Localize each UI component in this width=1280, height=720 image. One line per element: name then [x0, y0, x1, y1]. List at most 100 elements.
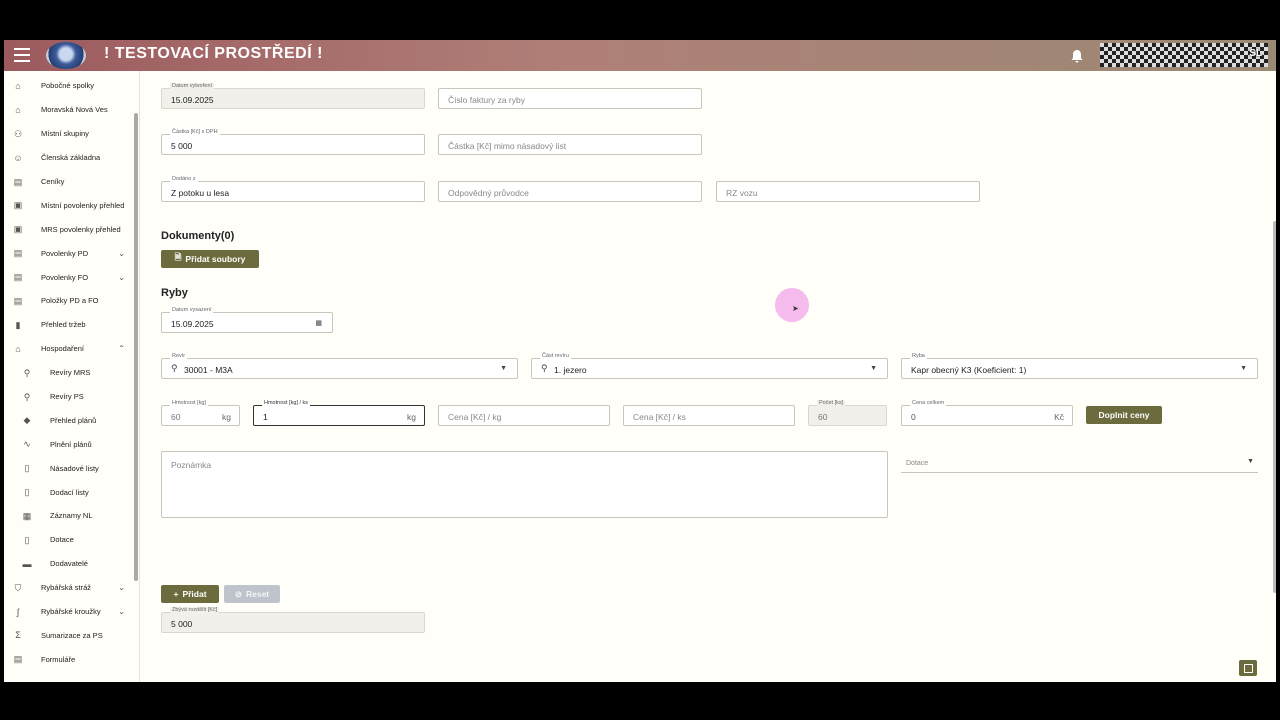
main-content: Datum vytvoření 15.09.2025 Číslo faktury… — [141, 71, 1276, 682]
sidebar-scroll-thumb[interactable] — [134, 113, 138, 581]
rz-vozu-input[interactable]: RZ vozu — [716, 181, 980, 202]
hmotnost-input[interactable]: Hmotnost [kg] 60 kg — [161, 400, 240, 426]
sidebar-item-label: Hospodaření — [41, 344, 84, 354]
ryba-select[interactable]: Ryba Kapr obecný K3 (Koeficient: 1) ▼ — [901, 353, 1258, 379]
form-icon: ▤ — [13, 654, 23, 665]
chevron-down-icon[interactable]: ⌄ — [118, 249, 125, 258]
file-icon: 🗎 — [174, 252, 182, 262]
chevron-down-icon[interactable]: ▼ — [870, 365, 877, 372]
sidebar-item-10[interactable]: ▮ Přehled tržeb — [4, 313, 139, 337]
reset-button[interactable]: ⊘ Reset — [224, 585, 280, 603]
sidebar-item-label: Povolenky FO — [41, 272, 89, 282]
price-list-icon: ▤ — [13, 176, 23, 187]
sidebar-item-label: Rybářská stráž — [41, 583, 92, 593]
sidebar-item-label: Násadové listy — [50, 463, 99, 473]
sidebar-item-9[interactable]: ▤ Položky PD a FO — [4, 289, 139, 313]
sidebar-item-7[interactable]: ▤ Povolenky PD ⌄ — [4, 241, 139, 265]
chevron-down-icon[interactable]: ▼ — [1240, 365, 1247, 372]
sidebar-item-22[interactable]: ʃ Rybářské kroužky ⌄ — [4, 600, 139, 624]
sidebar-item-label: Formuláře — [41, 654, 76, 664]
sidebar-item-label: Pobočné spolky — [41, 81, 94, 91]
sidebar-item-19[interactable]: ▯ Dotace — [4, 528, 139, 552]
sidebar-item-2[interactable]: ⚇ Místní skupiny — [4, 122, 139, 146]
poznamka-textarea[interactable]: Poznámka — [161, 451, 888, 518]
user-avatar[interactable]: SL — [1100, 43, 1268, 67]
sidebar-item-label: Dodací listy — [50, 487, 89, 497]
sidebar-item-label: Revíry MRS — [50, 368, 91, 378]
sidebar-item-24[interactable]: ▤ Formuláře — [4, 647, 139, 671]
people-icon: ☺ — [13, 152, 23, 163]
cena-kg-input[interactable]: Cena [Kč] / kg — [438, 405, 610, 426]
castka-mimo-input[interactable]: Částka [Kč] mimo násadový list — [438, 134, 702, 155]
chevron-down-icon[interactable]: ⌄ — [118, 583, 125, 592]
chevron-up-icon[interactable]: ⌃ — [118, 344, 125, 353]
sidebar-item-16[interactable]: ▯ Násadové listy — [4, 456, 139, 480]
block-icon: ⊘ — [234, 588, 242, 599]
sidebar: ⌂ Pobočné spolky ⌂ Moravská Nová Ves ⚇ Místní… — [4, 71, 140, 682]
trend-icon: ∿ — [23, 439, 31, 450]
pridat-button[interactable]: + Přidat — [161, 585, 219, 603]
sidebar-item-12[interactable]: ⚲ Revíry MRS — [4, 361, 139, 385]
sidebar-item-label: Rybářské kroužky — [41, 607, 101, 617]
main-scrollbar[interactable] — [1273, 81, 1276, 681]
sidebar-item-18[interactable]: ▦ Záznamy NL — [4, 504, 139, 528]
list-icon: ▤ — [13, 248, 23, 259]
sidebar-item-6[interactable]: ▣ MRS povolenky přehled — [4, 217, 139, 241]
cislo-faktury-input[interactable]: Číslo faktury za ryby — [438, 88, 702, 109]
sidebar-item-5[interactable]: ▣ Místní povolenky přehled — [4, 193, 139, 217]
list-icon: ▤ — [13, 272, 23, 283]
sidebar-item-3[interactable]: ☺ Členská základna — [4, 146, 139, 170]
home-icon: ⌂ — [15, 104, 21, 115]
pruvodce-input[interactable]: Odpovědný průvodce — [438, 181, 702, 202]
sidebar-item-11[interactable]: ⌂ Hospodaření ⌃ — [4, 337, 139, 361]
sidebar-item-13[interactable]: ⚲ Revíry PS — [4, 385, 139, 409]
sidebar-item-label: Záznamy NL — [50, 511, 93, 521]
sidebar-item-label: Povolenky PD — [41, 248, 89, 258]
sidebar-scrollbar[interactable] — [134, 111, 138, 676]
sidebar-item-14[interactable]: ◆ Přehled plánů — [4, 408, 139, 432]
chevron-down-icon[interactable]: ▼ — [500, 365, 507, 372]
doplnit-ceny-button[interactable]: Doplnit ceny — [1086, 406, 1162, 424]
datum-vytvoreni-field[interactable]: Datum vytvoření 15.09.2025 — [161, 83, 425, 109]
sidebar-item-20[interactable]: ▬ Dodavatelé — [4, 552, 139, 576]
chevron-down-icon[interactable]: ⌄ — [118, 607, 125, 616]
documents-title: Dokumenty(0) — [161, 230, 235, 242]
map-pin-icon: ⚲ — [23, 391, 31, 402]
dotace-select[interactable]: Dotace ▼ — [901, 452, 1258, 473]
document-icon: ▯ — [24, 487, 30, 498]
sidebar-item-label: Položky PD a FO — [41, 296, 99, 306]
castka-dph-input[interactable]: Částka [Kč] s DPH 5 000 — [161, 129, 425, 155]
cena-celkem-input[interactable]: Cena celkem 0 Kč — [901, 400, 1073, 426]
chevron-down-icon[interactable]: ▼ — [1247, 458, 1254, 465]
cast-reviru-select[interactable]: Část revíru ⚲ 1. jezero ▼ — [531, 353, 888, 379]
revir-select[interactable]: Revír ⚲ 30001 - M3A ▼ — [161, 353, 518, 379]
chevron-down-icon[interactable]: ⌄ — [118, 273, 125, 282]
dodano-z-input[interactable]: Dodáno z Z potoku u lesa — [161, 176, 425, 202]
sidebar-item-label: Plnění plánů — [50, 439, 92, 449]
cena-ks-input[interactable]: Cena [Kč] / ks — [623, 405, 795, 426]
sidebar-item-4[interactable]: ▤ Ceníky — [4, 170, 139, 194]
sidebar-item-0[interactable]: ⌂ Pobočné spolky — [4, 74, 139, 98]
sidebar-item-8[interactable]: ▤ Povolenky FO ⌄ — [4, 265, 139, 289]
truck-icon: ▬ — [22, 558, 32, 569]
copy-icon[interactable] — [1239, 660, 1257, 676]
hmotnost-ks-input[interactable]: Hmotnost [kg] / ks 1 kg — [253, 400, 425, 426]
calendar-icon[interactable]: ▦ — [315, 319, 322, 327]
bell-icon[interactable] — [1069, 48, 1085, 64]
sidebar-item-1[interactable]: ⌂ Moravská Nová Ves — [4, 98, 139, 122]
sidebar-item-17[interactable]: ▯ Dodací listy — [4, 480, 139, 504]
hamburger-menu-icon[interactable] — [14, 48, 30, 62]
ryby-title: Ryby — [161, 287, 188, 299]
sidebar-item-label: Místní povolenky přehled — [41, 200, 125, 210]
top-bar: ! TESTOVACÍ PROSTŘEDÍ ! SL — [4, 40, 1276, 71]
settings-home-icon: ⌂ — [15, 343, 21, 354]
add-files-button[interactable]: 🗎 Přidat soubory — [161, 250, 259, 268]
sidebar-item-label: Místní skupiny — [41, 129, 89, 139]
datum-vysazeni-input[interactable]: Datum vysazení 15.09.2025 ▦ — [161, 307, 333, 333]
id-card-icon: ▣ — [13, 200, 23, 211]
sidebar-item-15[interactable]: ∿ Plnění plánů — [4, 432, 139, 456]
sidebar-item-23[interactable]: Σ Sumarizace za PS — [4, 623, 139, 647]
main-scroll-thumb[interactable] — [1273, 221, 1276, 593]
sigma-icon: Σ — [15, 630, 21, 641]
sidebar-item-21[interactable]: ⛉ Rybářská stráž ⌄ — [4, 576, 139, 600]
